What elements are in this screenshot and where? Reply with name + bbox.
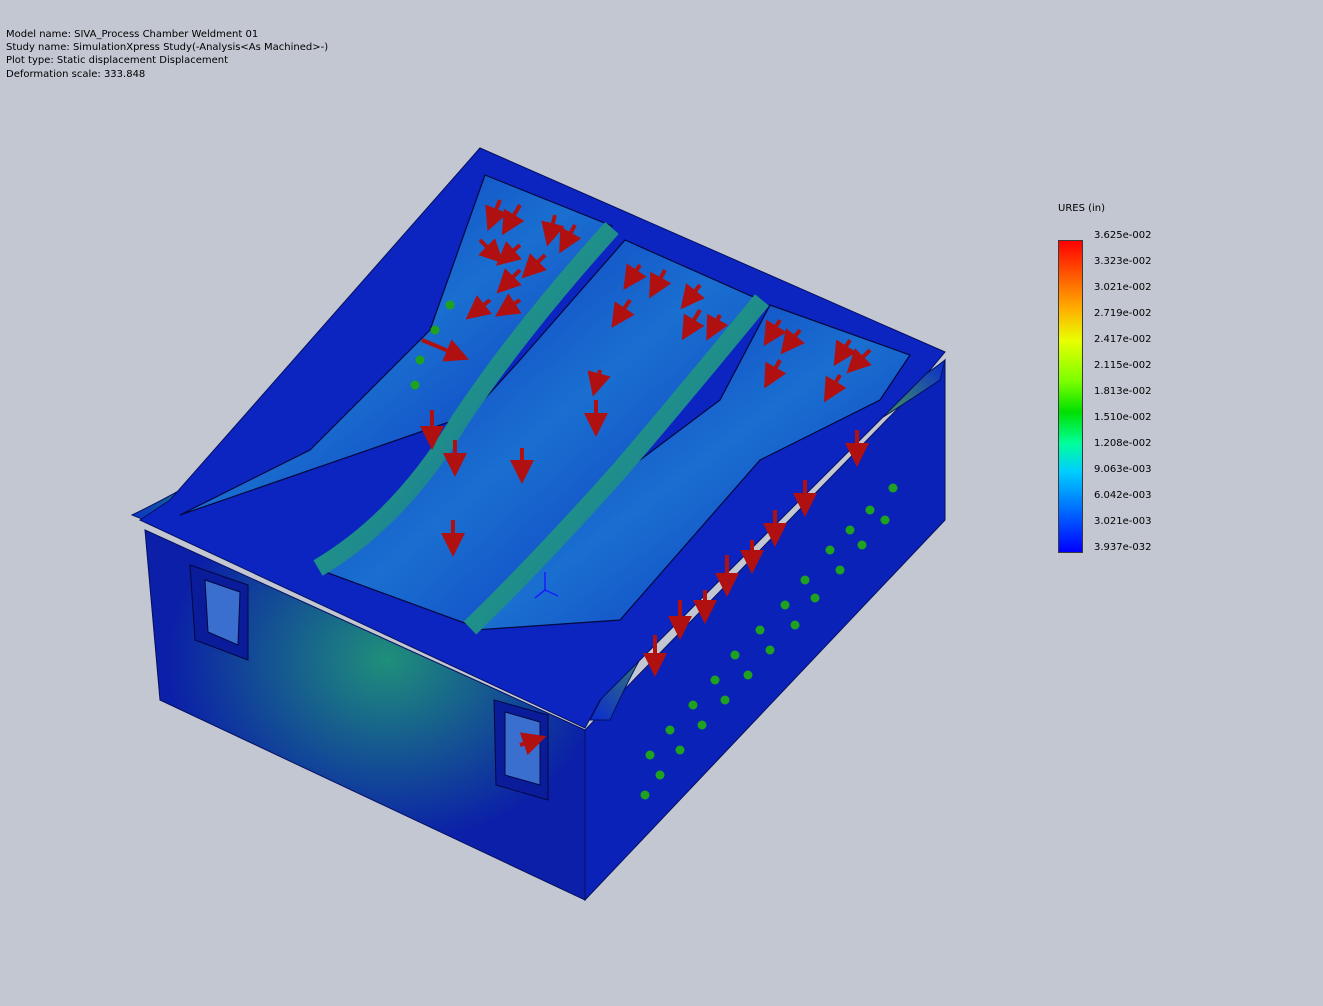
legend-tick: 1.208e-002 xyxy=(1094,438,1152,449)
legend-tick: 3.937e-032 xyxy=(1094,542,1152,553)
legend-tick: 3.021e-002 xyxy=(1094,282,1152,293)
window-right-inner xyxy=(504,711,541,786)
legend-tick: 1.813e-002 xyxy=(1094,386,1152,397)
legend-title: URES (in) xyxy=(1058,203,1106,214)
legend-tick: 3.021e-003 xyxy=(1094,516,1152,527)
legend-tick: 3.323e-002 xyxy=(1094,256,1152,267)
legend-tick: 1.510e-002 xyxy=(1094,412,1152,423)
legend-tick: 2.115e-002 xyxy=(1094,360,1152,371)
legend-tick: 3.625e-002 xyxy=(1094,230,1152,241)
legend-tick: 9.063e-003 xyxy=(1094,464,1152,475)
legend-tick: 6.042e-003 xyxy=(1094,490,1152,501)
displacement-model-view[interactable] xyxy=(0,0,1323,1006)
legend-color-bar xyxy=(1058,240,1083,553)
legend-tick: 2.417e-002 xyxy=(1094,334,1152,345)
legend-tick: 2.719e-002 xyxy=(1094,308,1152,319)
